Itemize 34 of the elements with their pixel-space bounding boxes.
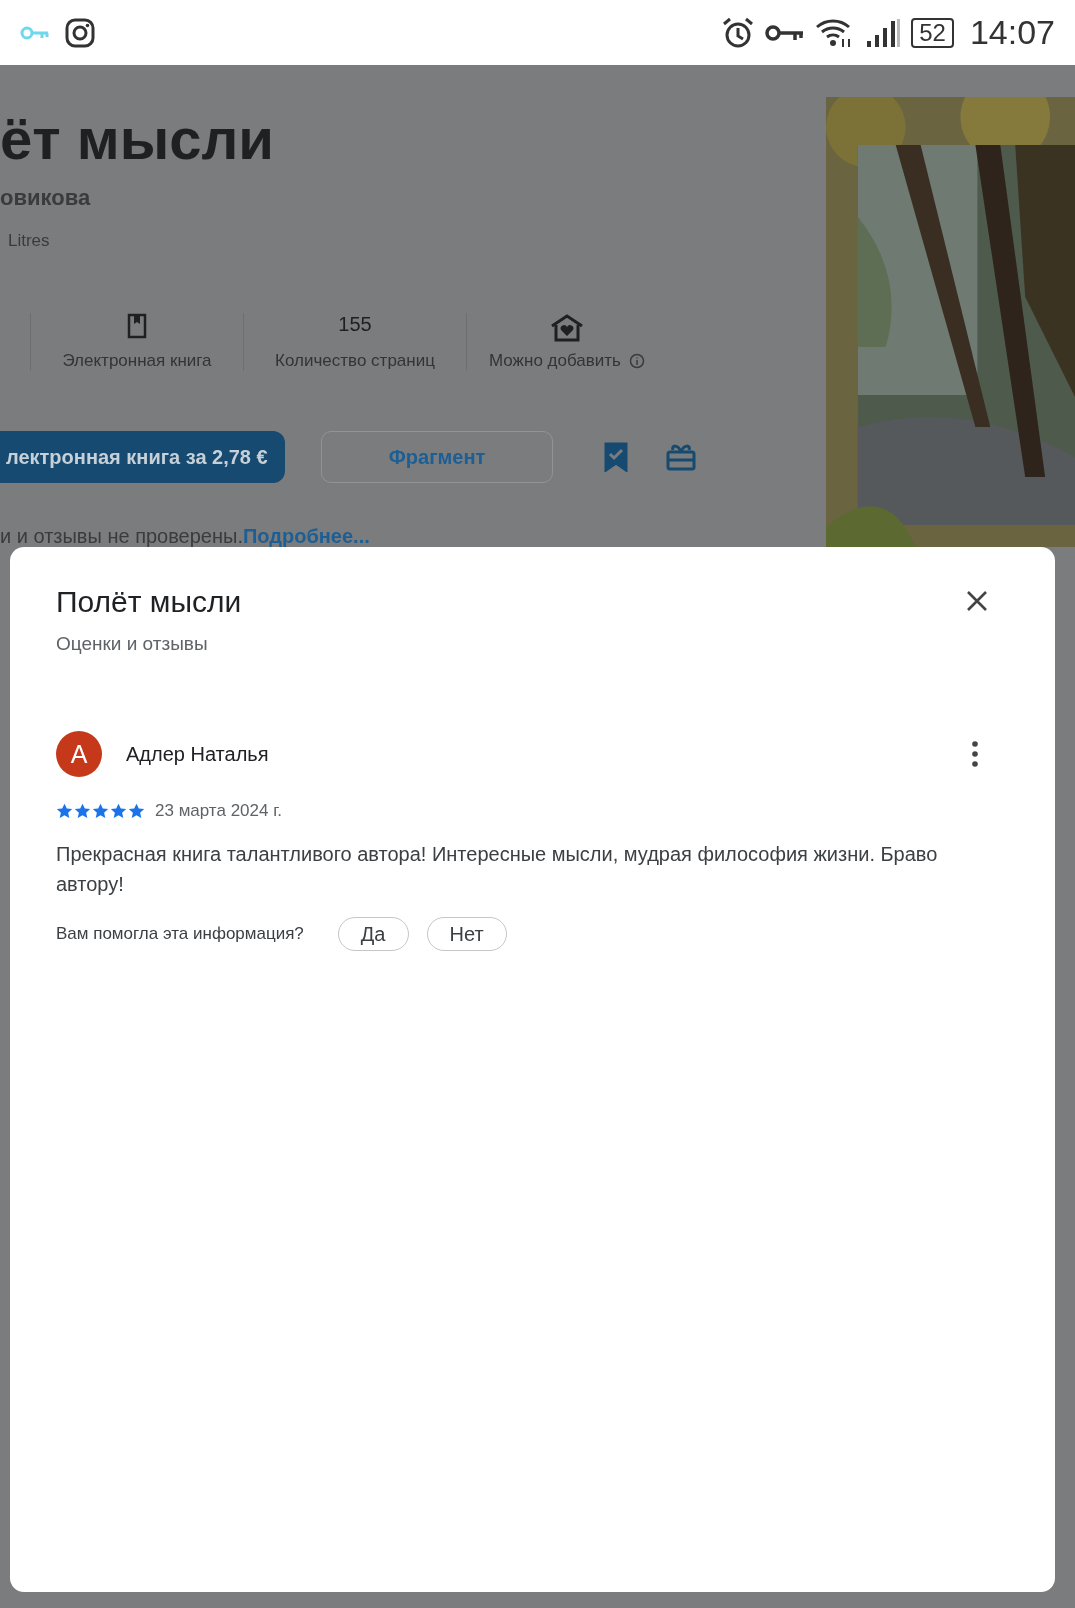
- battery-indicator: 52: [911, 17, 954, 48]
- dialog-subtitle: Оценки и отзывы: [56, 633, 209, 655]
- key-icon: [20, 24, 50, 41]
- page-count: 155: [338, 313, 372, 336]
- review-text: Прекрасная книга талантливого автора! Интересные мысли, мудрая философия жизни. Браво автору!: [56, 842, 939, 897]
- dialog-title: Полёт мысли: [56, 585, 242, 619]
- vote-button[interactable]: Да: [337, 917, 409, 951]
- helpful-question: Вам помогла эта информация?: [56, 924, 304, 944]
- author-name: овикова: [0, 185, 92, 211]
- book-title: ёт мысли: [0, 107, 275, 171]
- info-icon[interactable]: [628, 353, 645, 369]
- alarm-icon: [721, 15, 756, 50]
- star-icon: [74, 803, 91, 819]
- buy-button[interactable]: лектронная книга за 2,78 €: [0, 431, 285, 483]
- star-icon: [56, 803, 73, 819]
- vote-button[interactable]: Нет: [426, 917, 507, 951]
- close-icon[interactable]: [965, 589, 989, 613]
- star-icon: [110, 803, 127, 819]
- key-icon: [765, 22, 806, 43]
- star-icon: [128, 803, 145, 819]
- clock-time: 14:07: [969, 13, 1055, 52]
- more-options-icon[interactable]: [971, 741, 979, 767]
- stat-label: Количество страниц: [275, 351, 435, 371]
- stat-label: Электронная книга: [62, 351, 212, 371]
- publisher-name: Litres: [8, 231, 51, 251]
- star-icon: [92, 803, 109, 819]
- book-icon: [126, 313, 148, 339]
- reviewer-name: Адлер Наталья: [126, 742, 270, 766]
- stat-label: Можно добавить: [489, 351, 621, 371]
- disclaimer-text: и и отзывы не проверены.Подробнее...: [0, 525, 371, 548]
- signal-icon: [865, 16, 902, 49]
- review-date: 23 марта 2024 г.: [155, 801, 283, 821]
- avatar: А: [56, 731, 102, 777]
- camera-icon[interactable]: [64, 16, 96, 49]
